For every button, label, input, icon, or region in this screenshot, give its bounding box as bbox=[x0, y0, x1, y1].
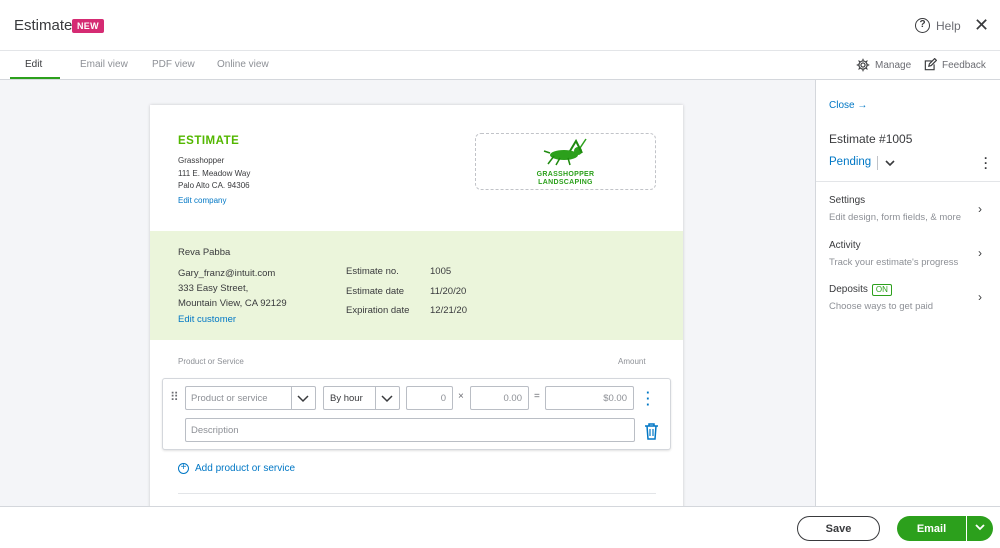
feedback-icon bbox=[924, 58, 937, 71]
edit-customer-link[interactable]: Edit customer bbox=[178, 314, 236, 325]
rate-value: 0.00 bbox=[503, 393, 523, 404]
feedback-label: Feedback bbox=[942, 59, 986, 71]
expiration-date-value[interactable]: 12/21/20 bbox=[430, 305, 467, 316]
close-icon[interactable]: ✕ bbox=[974, 15, 989, 35]
deposits-on-badge: ON bbox=[871, 284, 892, 296]
chevron-right-icon: › bbox=[978, 202, 982, 216]
help-icon: ? bbox=[915, 18, 930, 33]
more-options-icon[interactable]: · · · bbox=[984, 152, 988, 174]
company-logo[interactable]: GRASSHOPPER LANDSCAPING bbox=[475, 133, 656, 190]
settings-title: Settings bbox=[829, 195, 866, 206]
tab-email-view[interactable]: Email view bbox=[80, 59, 128, 70]
deposits-title-row: Deposits ON bbox=[829, 284, 892, 296]
gear-icon bbox=[856, 58, 870, 72]
settings-subtitle: Edit design, form fields, & more bbox=[829, 212, 961, 223]
top-header: Estimate NEW ? Help ✕ bbox=[0, 0, 1000, 51]
chevron-down-icon bbox=[375, 387, 399, 409]
panel-close-link[interactable]: Close → bbox=[829, 100, 867, 111]
estimate-date-label: Estimate date bbox=[346, 286, 405, 297]
customer-address-line1: 333 Easy Street, bbox=[178, 283, 249, 294]
help-button[interactable]: ? Help bbox=[915, 18, 961, 33]
view-tabs: Edit Email view PDF view Online view Man… bbox=[0, 51, 1000, 80]
expiration-date-label: Expiration date bbox=[346, 305, 410, 316]
customer-email: Gary_franz@intuit.com bbox=[178, 268, 276, 279]
save-button[interactable]: Save bbox=[797, 516, 880, 541]
footer-bar: Save Email bbox=[0, 506, 1000, 548]
column-header-product: Product or Service bbox=[178, 357, 244, 366]
description-placeholder: Description bbox=[191, 425, 239, 436]
manage-label: Manage bbox=[875, 59, 912, 71]
divider bbox=[816, 181, 1000, 182]
amount-input[interactable]: $0.00 bbox=[545, 386, 634, 410]
logo-text-line1: GRASSHOPPER bbox=[536, 171, 595, 178]
company-address-line2: Palo Alto CA. 94306 bbox=[178, 181, 250, 190]
description-input[interactable]: Description bbox=[185, 418, 635, 442]
rate-input[interactable]: 0.00 bbox=[470, 386, 529, 410]
line-item-more-icon[interactable]: · · · bbox=[646, 386, 650, 411]
estimate-no-label: Estimate no. bbox=[346, 266, 399, 277]
company-address-line1: 111 E. Meadow Way bbox=[178, 169, 251, 178]
customer-section: Reva Pabba Gary_franz@intuit.com 333 Eas… bbox=[150, 231, 683, 340]
equals-symbol: = bbox=[534, 391, 540, 402]
status-separator bbox=[877, 156, 878, 170]
arrow-right-icon: → bbox=[857, 100, 868, 111]
deposits-subtitle: Choose ways to get paid bbox=[829, 301, 934, 312]
grasshopper-logo-icon bbox=[543, 138, 587, 166]
customer-name: Reva Pabba bbox=[178, 247, 231, 258]
edit-company-link[interactable]: Edit company bbox=[178, 196, 226, 205]
status-dropdown[interactable]: Pending bbox=[829, 156, 871, 168]
email-options-button[interactable] bbox=[966, 516, 993, 541]
help-label: Help bbox=[936, 18, 961, 33]
estimate-date-value[interactable]: 11/20/20 bbox=[430, 286, 466, 297]
tab-edit[interactable]: Edit bbox=[25, 59, 42, 70]
drag-handle-icon[interactable]: ⠿ bbox=[170, 391, 179, 403]
chevron-right-icon: › bbox=[978, 290, 982, 304]
rate-type-value: By hour bbox=[330, 393, 363, 404]
chevron-down-icon[interactable] bbox=[884, 157, 896, 169]
page-title: Estimate bbox=[14, 17, 73, 34]
add-product-button[interactable]: + Add product or service bbox=[178, 463, 295, 474]
add-product-label: Add product or service bbox=[195, 463, 296, 474]
quantity-input[interactable]: 0 bbox=[406, 386, 453, 410]
chevron-down-icon bbox=[291, 387, 315, 409]
logo-text-line2: LANDSCAPING bbox=[538, 179, 593, 186]
product-service-placeholder: Product or service bbox=[191, 393, 268, 404]
chevron-right-icon: › bbox=[978, 246, 982, 260]
estimate-document: ESTIMATE Grasshopper 111 E. Meadow Way P… bbox=[150, 105, 683, 515]
estimate-no-value[interactable]: 1005 bbox=[430, 266, 451, 277]
tab-pdf-view[interactable]: PDF view bbox=[152, 59, 195, 70]
new-badge: NEW bbox=[72, 19, 104, 33]
activity-title: Activity bbox=[829, 240, 861, 251]
times-symbol: × bbox=[458, 391, 464, 402]
column-header-amount: Amount bbox=[618, 357, 646, 366]
manage-button[interactable]: Manage bbox=[856, 58, 911, 72]
email-button[interactable]: Email bbox=[897, 516, 966, 541]
quantity-value: 0 bbox=[440, 393, 446, 404]
panel-close-label: Close bbox=[829, 100, 855, 111]
divider bbox=[178, 493, 656, 494]
amount-value: $0.00 bbox=[603, 393, 627, 404]
feedback-button[interactable]: Feedback bbox=[923, 58, 986, 72]
trash-icon[interactable] bbox=[644, 423, 659, 440]
estimate-side-panel: Close → Estimate #1005 Pending · · · Setti… bbox=[815, 80, 1000, 506]
deposits-title: Deposits bbox=[829, 284, 868, 295]
estimate-canvas: ESTIMATE Grasshopper 111 E. Meadow Way P… bbox=[0, 80, 815, 515]
line-item-row: ⠿ Product or service By hour 0 × 0.00 = … bbox=[162, 378, 671, 450]
tab-online-view[interactable]: Online view bbox=[217, 59, 269, 70]
document-heading: ESTIMATE bbox=[178, 135, 240, 147]
active-tab-indicator bbox=[10, 77, 60, 79]
estimate-number: Estimate #1005 bbox=[829, 132, 913, 146]
product-service-select[interactable]: Product or service bbox=[185, 386, 316, 410]
chevron-down-icon bbox=[975, 524, 985, 531]
company-name: Grasshopper bbox=[178, 156, 225, 165]
plus-circle-icon: + bbox=[178, 463, 189, 474]
activity-subtitle: Track your estimate's progress bbox=[829, 257, 959, 268]
rate-type-select[interactable]: By hour bbox=[323, 386, 400, 410]
customer-address-line2: Mountain View, CA 92129 bbox=[178, 298, 287, 309]
